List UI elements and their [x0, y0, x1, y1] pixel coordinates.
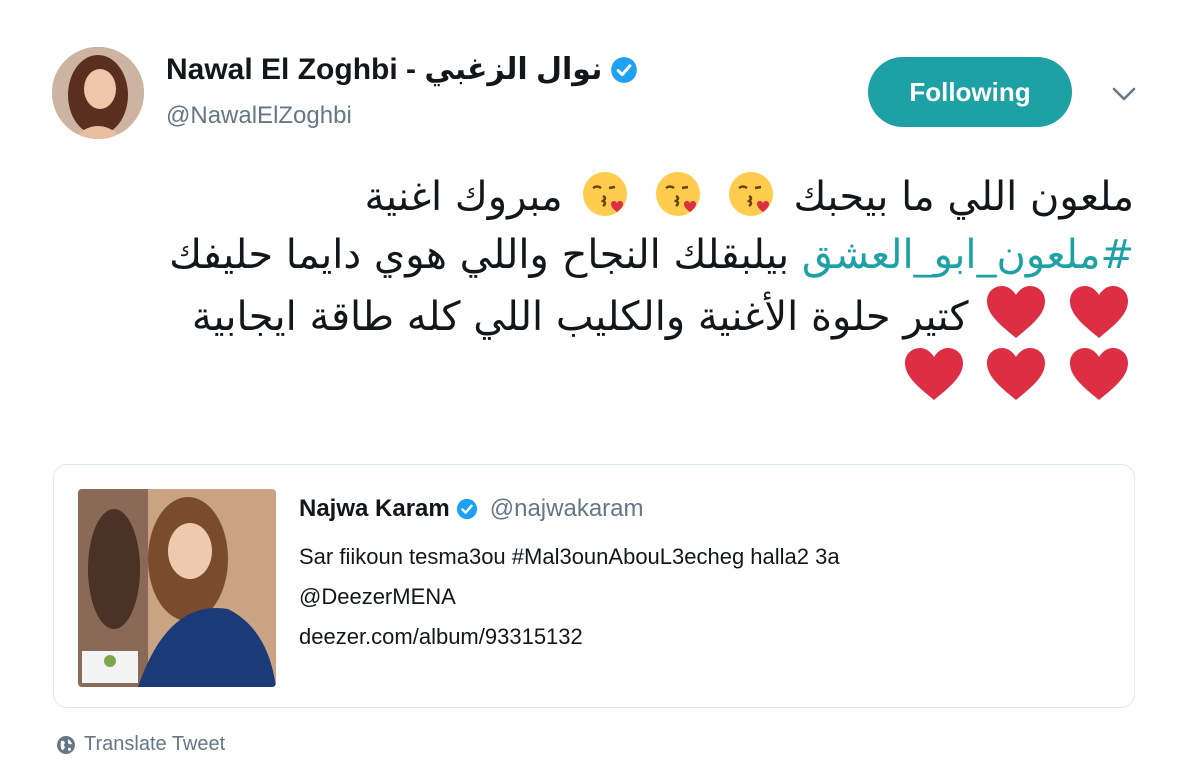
translate-tweet-link[interactable]: Translate Tweet	[56, 733, 225, 756]
quoted-text-line-1: Sar fiikoun tesma3ou #Mal3ounAbouL3echeg…	[299, 544, 840, 569]
quoted-tweet-text: Sar fiikoun tesma3ou #Mal3ounAbouL3echeg…	[299, 537, 1059, 657]
chevron-down-icon[interactable]	[1108, 82, 1140, 106]
verified-badge-icon	[611, 56, 638, 83]
heart-emoji-icon	[1070, 286, 1128, 338]
tweet-line-3-text: كتير حلوة الأغنية والكليب اللي كله طاقة …	[191, 294, 969, 340]
tweet-text: ملعون اللي ما بيحبك مبروك اغنية #ملعون_ا…	[124, 168, 1134, 408]
kiss-emoji-icon	[656, 172, 701, 216]
quoted-author-handle[interactable]: @najwakaram	[490, 495, 644, 523]
tweet-line-2-rest: بيلبقلك النجاح واللي هوي دايما حليفك	[169, 232, 790, 278]
author-handle[interactable]: @NawalElZoghbi	[166, 102, 352, 130]
tweet-line-4	[124, 346, 1134, 408]
heart-emoji-icon	[987, 286, 1046, 338]
kiss-emoji-icon	[583, 172, 628, 216]
tweet-line-2: #ملعون_ابو_العشق بيلبقلك النجاح واللي هو…	[124, 226, 1134, 284]
following-button[interactable]: Following	[868, 57, 1072, 127]
quoted-text-line-3[interactable]: deezer.com/album/93315132	[299, 617, 1059, 657]
album-cover-image[interactable]	[78, 489, 276, 687]
tweet-line-1: ملعون اللي ما بيحبك مبروك اغنية	[124, 168, 1134, 226]
avatar[interactable]	[52, 47, 144, 139]
quoted-author[interactable]: Najwa Karam @najwakaram	[299, 495, 644, 523]
heart-emoji-icon	[987, 348, 1046, 400]
heart-emoji-icon	[904, 348, 963, 400]
tweet-line-3: كتير حلوة الأغنية والكليب اللي كله طاقة …	[124, 284, 1134, 346]
verified-badge-icon	[456, 498, 477, 520]
kiss-emoji-icon	[728, 172, 773, 216]
quoted-text-line-2[interactable]: @DeezerMENA	[299, 577, 1059, 617]
heart-emoji-icon	[1070, 348, 1128, 400]
globe-icon	[57, 735, 75, 754]
tweet-line-1-end: مبروك اغنية	[364, 174, 563, 220]
translate-tweet-label[interactable]: Translate Tweet	[84, 733, 225, 756]
author-name-text[interactable]: Nawal El Zoghbi - نوال الزغبي	[166, 52, 602, 87]
quoted-tweet-card[interactable]: Najwa Karam @najwakaram Sar fiikoun tesm…	[53, 464, 1135, 708]
quoted-author-name[interactable]: Najwa Karam	[299, 495, 450, 523]
hashtag-link[interactable]: #ملعون_ابو_العشق	[802, 232, 1134, 278]
tweet-line-1-start: ملعون اللي ما بيحبك	[793, 174, 1134, 220]
author-display-name[interactable]: Nawal El Zoghbi - نوال الزغبي	[166, 52, 638, 87]
